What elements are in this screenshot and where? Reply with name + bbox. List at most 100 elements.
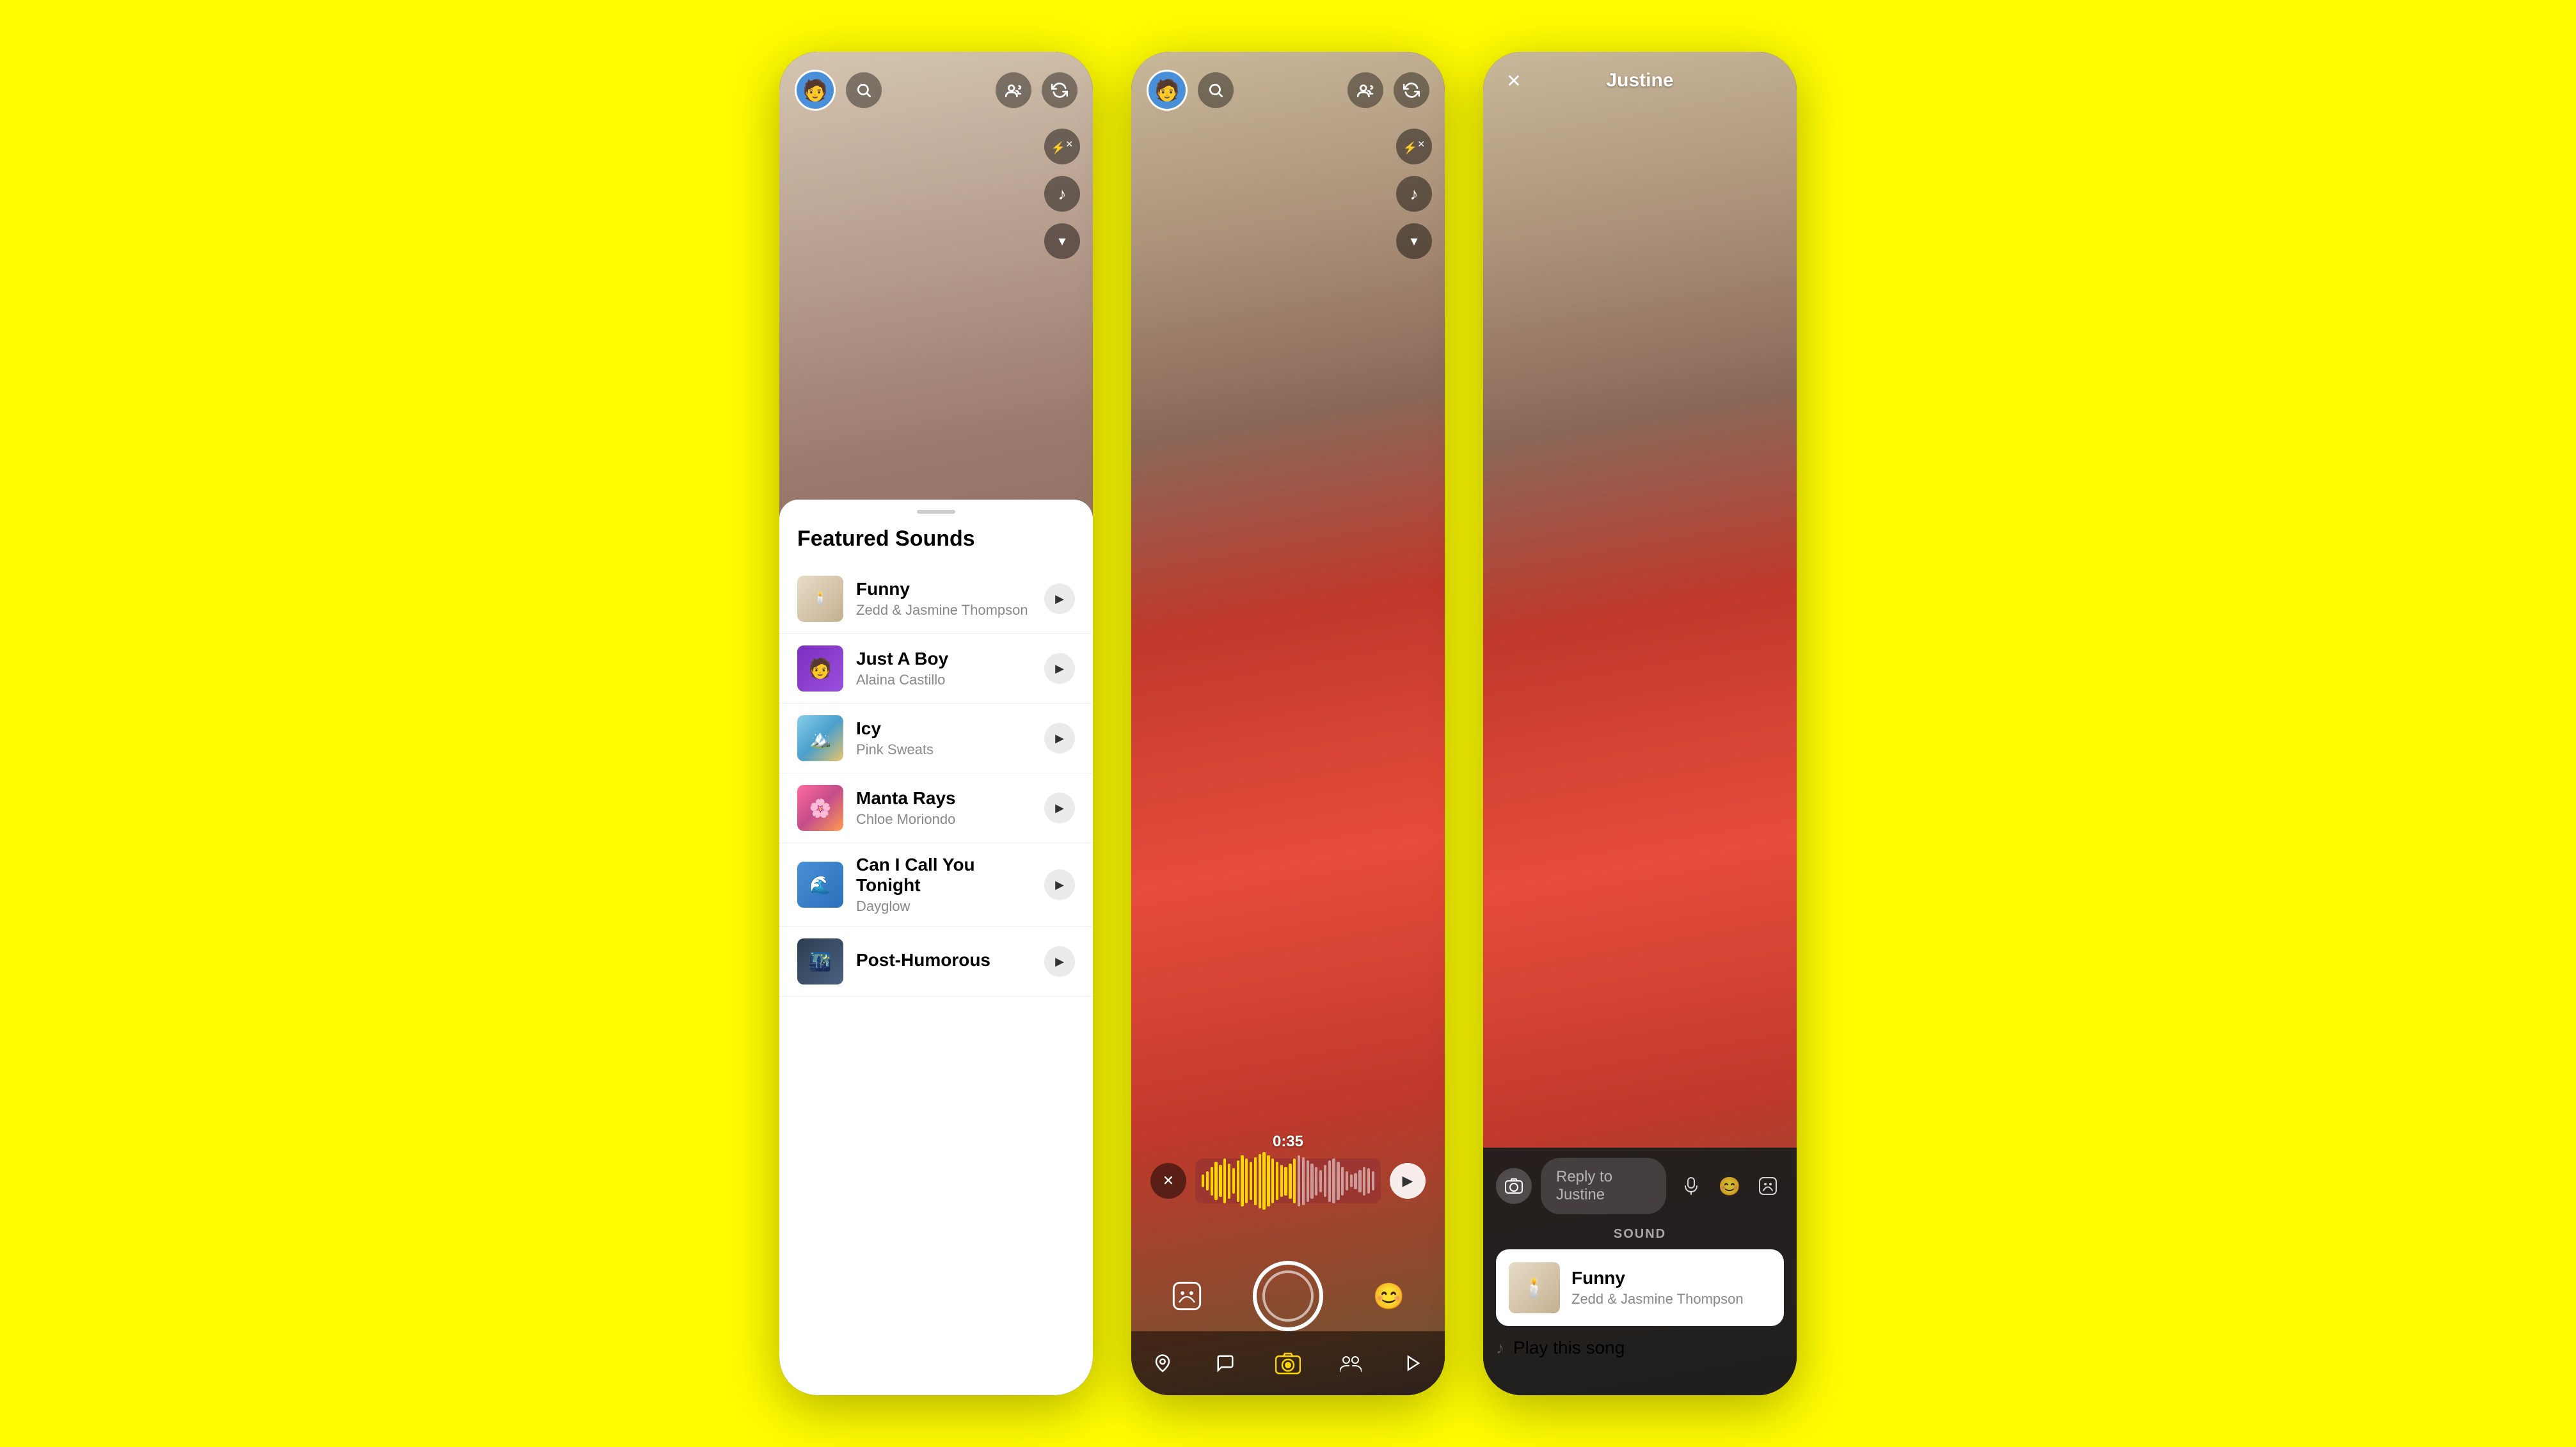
- song-artist-funny: Zedd & Jasmine Thompson: [856, 602, 1031, 619]
- reply-bottom-panel: Reply to Justine 😊: [1483, 1148, 1797, 1395]
- top-bar-right-1: [996, 72, 1077, 108]
- flash-button-1[interactable]: ⚡✕: [1044, 129, 1080, 164]
- right-icons-2: ⚡✕ ♪ ▾: [1396, 129, 1432, 259]
- top-bar-left-2: 🧑: [1147, 70, 1234, 111]
- music-button-2[interactable]: ♪: [1396, 176, 1432, 212]
- camera-small-button[interactable]: [1496, 1168, 1532, 1204]
- phone-1: 🧑: [779, 52, 1093, 1395]
- play-button-posthumorous[interactable]: ▶: [1044, 946, 1075, 977]
- song-name-icy: Icy: [856, 718, 1031, 739]
- bottom-nav-2: [1131, 1331, 1445, 1395]
- song-thumbnail-calltonight: 🌊: [797, 862, 843, 908]
- friends-nav-button[interactable]: [1335, 1347, 1367, 1379]
- sound-list: 🕯️ Funny Zedd & Jasmine Thompson ▶ 🧑 Jus…: [779, 564, 1093, 997]
- add-friend-button-1[interactable]: [996, 72, 1031, 108]
- waveform-container: ✕ ▶: [1150, 1158, 1426, 1203]
- list-item[interactable]: 🧑 Just A Boy Alaina Castillo ▶: [779, 634, 1093, 704]
- svg-text:🕯️: 🕯️: [813, 590, 829, 606]
- phone3-header: ✕ Justine: [1483, 52, 1797, 102]
- play-button-manta[interactable]: ▶: [1044, 793, 1075, 823]
- record-inner-ring: [1262, 1270, 1314, 1322]
- chevron-down-icon-2: ▾: [1410, 233, 1417, 249]
- sticker-button[interactable]: [1166, 1276, 1207, 1317]
- top-bar-1: 🧑: [779, 52, 1093, 121]
- more-button-2[interactable]: ▾: [1396, 223, 1432, 259]
- chat-nav-button[interactable]: [1209, 1347, 1241, 1379]
- song-info-manta: Manta Rays Chloe Moriondo: [856, 788, 1031, 828]
- song-card-name: Funny: [1571, 1268, 1771, 1288]
- close-button-3[interactable]: ✕: [1499, 65, 1529, 96]
- play-button-icy[interactable]: ▶: [1044, 723, 1075, 754]
- song-info-calltonight: Can I Call You Tonight Dayglow: [856, 855, 1031, 915]
- search-button-2[interactable]: [1198, 72, 1234, 108]
- avatar-1[interactable]: 🧑: [795, 70, 836, 111]
- camera-nav-button[interactable]: [1272, 1347, 1304, 1379]
- location-nav-button[interactable]: [1147, 1347, 1179, 1379]
- stories-nav-button[interactable]: [1397, 1347, 1429, 1379]
- top-bar-right-2: [1348, 72, 1429, 108]
- sound-label-text: SOUND: [1614, 1227, 1666, 1242]
- list-item[interactable]: 🌊 Can I Call You Tonight Dayglow ▶: [779, 843, 1093, 927]
- emoji-button-3[interactable]: 😊: [1713, 1170, 1745, 1202]
- sounds-bottom-sheet[interactable]: Featured Sounds 🕯️ Funny Zedd & Jasmine …: [779, 500, 1093, 1395]
- song-name-calltonight: Can I Call You Tonight: [856, 855, 1031, 896]
- reply-placeholder: Reply to Justine: [1556, 1168, 1651, 1204]
- flash-icon-2: ⚡✕: [1403, 139, 1425, 155]
- song-name-justboy: Just A Boy: [856, 649, 1031, 669]
- list-item[interactable]: 🌸 Manta Rays Chloe Moriondo ▶: [779, 773, 1093, 843]
- song-card[interactable]: 🕯️ Funny Zedd & Jasmine Thompson: [1496, 1249, 1784, 1326]
- sheet-handle: [917, 510, 955, 514]
- rotate-camera-button-2[interactable]: [1394, 72, 1429, 108]
- recording-bar: 0:35 ✕ ▶: [1150, 1133, 1426, 1203]
- mic-button[interactable]: [1675, 1170, 1707, 1202]
- waveform: [1195, 1158, 1381, 1203]
- play-button-justboy[interactable]: ▶: [1044, 653, 1075, 684]
- song-artist-calltonight: Dayglow: [856, 898, 1031, 915]
- play-recording-button[interactable]: ▶: [1390, 1163, 1426, 1199]
- song-card-artist: Zedd & Jasmine Thompson: [1571, 1291, 1771, 1308]
- list-item[interactable]: 🏔️ Icy Pink Sweats ▶: [779, 704, 1093, 773]
- flash-button-2[interactable]: ⚡✕: [1396, 129, 1432, 164]
- chevron-down-icon-1: ▾: [1058, 233, 1065, 249]
- song-card-info: Funny Zedd & Jasmine Thompson: [1571, 1268, 1771, 1308]
- add-friend-button-2[interactable]: [1348, 72, 1383, 108]
- more-button-1[interactable]: ▾: [1044, 223, 1080, 259]
- sticker-button-3[interactable]: [1752, 1170, 1784, 1202]
- featured-sounds-title: Featured Sounds: [779, 526, 1093, 564]
- emoji-button[interactable]: 😊: [1369, 1276, 1410, 1317]
- reply-input-field[interactable]: Reply to Justine: [1541, 1158, 1666, 1214]
- song-thumbnail-funny: 🕯️: [797, 576, 843, 622]
- song-thumbnail-icy: 🏔️: [797, 715, 843, 761]
- music-note-icon: ♪: [1496, 1338, 1504, 1358]
- recording-time: 0:35: [1150, 1133, 1426, 1151]
- list-item[interactable]: 🕯️ Funny Zedd & Jasmine Thompson ▶: [779, 564, 1093, 634]
- song-artist-icy: Pink Sweats: [856, 741, 1031, 758]
- music-icon-1: ♪: [1058, 184, 1067, 204]
- phone-2: 🧑: [1131, 52, 1445, 1395]
- avatar-2[interactable]: 🧑: [1147, 70, 1188, 111]
- search-button-1[interactable]: [846, 72, 882, 108]
- song-thumb-icon: 🕯️: [1522, 1277, 1546, 1299]
- song-artist-manta: Chloe Moriondo: [856, 811, 1031, 828]
- reply-input-row: Reply to Justine 😊: [1483, 1148, 1797, 1224]
- play-button-funny[interactable]: ▶: [1044, 583, 1075, 614]
- music-icon-2: ♪: [1410, 184, 1419, 204]
- flash-icon-1: ⚡✕: [1051, 139, 1073, 155]
- song-name-manta: Manta Rays: [856, 788, 1031, 809]
- song-name-posthumorous: Post-Humorous: [856, 950, 1031, 970]
- song-card-thumbnail: 🕯️: [1509, 1262, 1560, 1313]
- play-this-song-row[interactable]: ♪ Play this song: [1496, 1326, 1784, 1370]
- song-info-icy: Icy Pink Sweats: [856, 718, 1031, 758]
- rotate-camera-button-1[interactable]: [1042, 72, 1077, 108]
- sound-section-label: SOUND: [1483, 1224, 1797, 1249]
- record-button[interactable]: [1253, 1261, 1323, 1331]
- play-button-calltonight[interactable]: ▶: [1044, 869, 1075, 900]
- music-button-1[interactable]: ♪: [1044, 176, 1080, 212]
- close-recording-button[interactable]: ✕: [1150, 1163, 1186, 1199]
- song-thumbnail-posthumorous: 🌃: [797, 938, 843, 984]
- song-thumbnail-manta: 🌸: [797, 785, 843, 831]
- right-icons-1: ⚡✕ ♪ ▾: [1044, 129, 1080, 259]
- list-item[interactable]: 🌃 Post-Humorous ▶: [779, 927, 1093, 997]
- song-info-justboy: Just A Boy Alaina Castillo: [856, 649, 1031, 688]
- song-thumbnail-justboy: 🧑: [797, 645, 843, 692]
